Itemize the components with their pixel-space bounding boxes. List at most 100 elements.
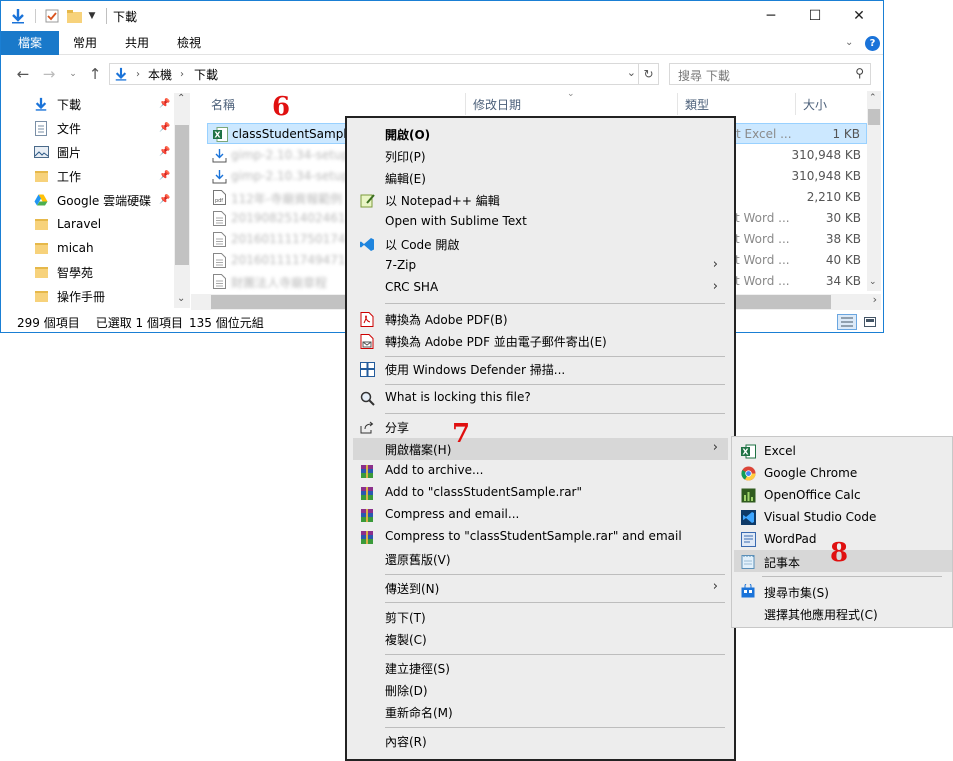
nav-item-documents[interactable]: 文件 bbox=[33, 117, 173, 139]
tab-view[interactable]: 檢視 bbox=[167, 31, 211, 55]
scroll-right-icon[interactable]: › bbox=[873, 293, 877, 306]
chevron-down-icon[interactable]: ⌄ bbox=[627, 66, 636, 79]
tab-home[interactable]: 常用 bbox=[63, 31, 107, 55]
menu-item-label: 使用 Windows Defender 掃描... bbox=[385, 363, 566, 377]
open-with-search-store[interactable]: 搜尋市集(S) bbox=[734, 580, 952, 602]
address-bar[interactable]: › 本機 › 下載 ⌄ ↻ bbox=[109, 63, 659, 85]
open-with-excel[interactable]: X Excel bbox=[734, 440, 952, 462]
menu-item-open-with[interactable]: 開啟檔案(H) › bbox=[353, 438, 728, 460]
file-vertical-scrollbar[interactable]: ⌃ ⌄ bbox=[867, 91, 881, 291]
pin-icon[interactable]: 📌 bbox=[159, 123, 170, 133]
pin-icon[interactable]: 📌 bbox=[159, 147, 170, 157]
menu-item-send-to[interactable]: 傳送到(N) › bbox=[353, 577, 728, 599]
menu-item-compress-rar-email[interactable]: Compress to "classStudentSample.rar" and… bbox=[353, 526, 728, 548]
tab-file[interactable]: 檔案 bbox=[1, 31, 59, 55]
menu-item-notepadpp[interactable]: 以 Notepad++ 編輯 bbox=[353, 189, 728, 211]
nav-item-pictures[interactable]: 圖片 bbox=[33, 141, 173, 163]
menu-item-edit[interactable]: 編輯(E) bbox=[353, 167, 728, 189]
search-placeholder: 搜尋 下載 bbox=[678, 69, 730, 83]
menu-item-restore-previous[interactable]: 還原舊版(V) bbox=[353, 548, 728, 570]
menu-item-sublime[interactable]: Open with Sublime Text bbox=[353, 211, 728, 233]
details-view-icon[interactable] bbox=[837, 314, 857, 330]
chevron-right-icon[interactable]: › bbox=[136, 69, 140, 80]
menu-separator bbox=[385, 727, 725, 728]
menu-item-convert-pdf-email[interactable]: 轉換為 Adobe PDF 並由電子郵件寄出(E) bbox=[353, 330, 728, 352]
nav-item-manual[interactable]: 操作手冊 bbox=[33, 285, 173, 307]
file-size: 310,948 KB bbox=[791, 169, 861, 183]
properties-icon[interactable] bbox=[43, 7, 61, 25]
menu-item-open[interactable]: 開啟(O) bbox=[353, 123, 728, 145]
menu-item-7zip[interactable]: 7-Zip › bbox=[353, 255, 728, 277]
nav-item-label: 圖片 bbox=[57, 145, 82, 160]
new-folder-icon[interactable] bbox=[65, 7, 83, 25]
menu-item-rename[interactable]: 重新命名(M) bbox=[353, 701, 728, 723]
menu-item-copy[interactable]: 複製(C) bbox=[353, 628, 728, 650]
menu-item-locking-file[interactable]: What is locking this file? bbox=[353, 387, 728, 409]
scroll-down-icon[interactable]: ⌄ bbox=[869, 277, 877, 287]
menu-item-properties[interactable]: 內容(R) bbox=[353, 730, 728, 752]
open-with-choose-other[interactable]: 選擇其他應用程式(C) bbox=[734, 602, 952, 624]
nav-item-google-drive[interactable]: Google 雲端硬碟 bbox=[33, 189, 173, 211]
submenu-item-label: Visual Studio Code bbox=[764, 510, 877, 524]
menu-item-share[interactable]: 分享 bbox=[353, 416, 728, 438]
menu-item-create-shortcut[interactable]: 建立捷徑(S) bbox=[353, 657, 728, 679]
search-input[interactable]: 搜尋 下載 ⚲ bbox=[669, 63, 871, 85]
pin-icon[interactable]: 📌 bbox=[159, 171, 170, 181]
pin-icon[interactable]: 📌 bbox=[159, 99, 170, 109]
nav-item-work[interactable]: 工作 bbox=[33, 165, 173, 187]
open-with-openoffice-calc[interactable]: OpenOffice Calc bbox=[734, 484, 952, 506]
scroll-thumb[interactable] bbox=[868, 109, 880, 125]
up-arrow-icon[interactable]: ↑ bbox=[85, 64, 105, 84]
maximize-button[interactable]: ☐ bbox=[793, 1, 837, 31]
title-divider bbox=[106, 8, 107, 24]
menu-item-convert-pdf[interactable]: 轉換為 Adobe PDF(B) bbox=[353, 308, 728, 330]
nav-item-zhixueyuan[interactable]: 智學苑 bbox=[33, 261, 173, 283]
menu-item-vscode[interactable]: 以 Code 開啟 bbox=[353, 233, 728, 255]
menu-item-add-rar[interactable]: Add to "classStudentSample.rar" bbox=[353, 482, 728, 504]
pin-icon[interactable]: 📌 bbox=[159, 195, 170, 205]
column-header-date[interactable]: 修改日期 bbox=[473, 96, 521, 113]
search-icon[interactable]: ⚲ bbox=[855, 66, 864, 80]
menu-item-add-archive[interactable]: Add to archive... bbox=[353, 460, 728, 482]
chevron-right-icon[interactable]: › bbox=[180, 69, 184, 80]
breadcrumb-this-pc[interactable]: 本機 bbox=[148, 66, 172, 83]
close-button[interactable]: ✕ bbox=[837, 1, 881, 31]
column-header-size[interactable]: 大小 bbox=[803, 96, 827, 113]
expand-ribbon-icon[interactable]: ⌄ bbox=[845, 37, 853, 48]
chevron-right-icon: › bbox=[712, 257, 718, 272]
folder-icon bbox=[33, 168, 49, 184]
column-divider[interactable] bbox=[465, 93, 466, 115]
open-with-chrome[interactable]: Google Chrome bbox=[734, 462, 952, 484]
help-icon[interactable]: ? bbox=[865, 36, 880, 51]
forward-arrow-icon[interactable]: → bbox=[39, 64, 59, 84]
scroll-down-icon[interactable]: ⌄ bbox=[177, 293, 185, 304]
open-with-vscode[interactable]: Visual Studio Code bbox=[734, 506, 952, 528]
menu-item-compress-email[interactable]: Compress and email... bbox=[353, 504, 728, 526]
scroll-up-icon[interactable]: ⌃ bbox=[177, 93, 185, 104]
column-divider[interactable] bbox=[677, 93, 678, 115]
column-header-name[interactable]: 名稱 bbox=[211, 96, 235, 113]
recent-locations-icon[interactable]: ⌄ bbox=[63, 64, 83, 84]
refresh-icon[interactable]: ↻ bbox=[638, 64, 658, 84]
menu-item-defender-scan[interactable]: 使用 Windows Defender 掃描... bbox=[353, 358, 728, 380]
menu-item-crc-sha[interactable]: CRC SHA › bbox=[353, 277, 728, 299]
menu-item-print[interactable]: 列印(P) bbox=[353, 145, 728, 167]
column-header-type[interactable]: 類型 bbox=[685, 96, 709, 113]
large-icons-view-icon[interactable] bbox=[861, 314, 879, 330]
nav-item-downloads[interactable]: 下載 bbox=[33, 93, 173, 115]
column-divider[interactable] bbox=[795, 93, 796, 115]
back-arrow-icon[interactable]: ← bbox=[13, 64, 33, 84]
nav-item-micah[interactable]: micah bbox=[33, 237, 173, 259]
breadcrumb-downloads[interactable]: 下載 bbox=[194, 66, 218, 83]
minimize-button[interactable]: ─ bbox=[749, 1, 793, 31]
scroll-up-icon[interactable]: ⌃ bbox=[869, 93, 877, 103]
tab-share[interactable]: 共用 bbox=[115, 31, 159, 55]
menu-item-delete[interactable]: 刪除(D) bbox=[353, 679, 728, 701]
menu-item-cut[interactable]: 剪下(T) bbox=[353, 606, 728, 628]
annotation-step-7: 7 bbox=[452, 419, 471, 449]
customize-toolbar-icon[interactable]: ▼ bbox=[85, 7, 99, 25]
nav-scrollbar[interactable]: ⌃ ⌄ bbox=[174, 93, 190, 308]
scroll-thumb[interactable] bbox=[175, 125, 189, 265]
download-arrow-icon[interactable] bbox=[9, 7, 27, 25]
nav-item-laravel[interactable]: Laravel bbox=[33, 213, 173, 235]
